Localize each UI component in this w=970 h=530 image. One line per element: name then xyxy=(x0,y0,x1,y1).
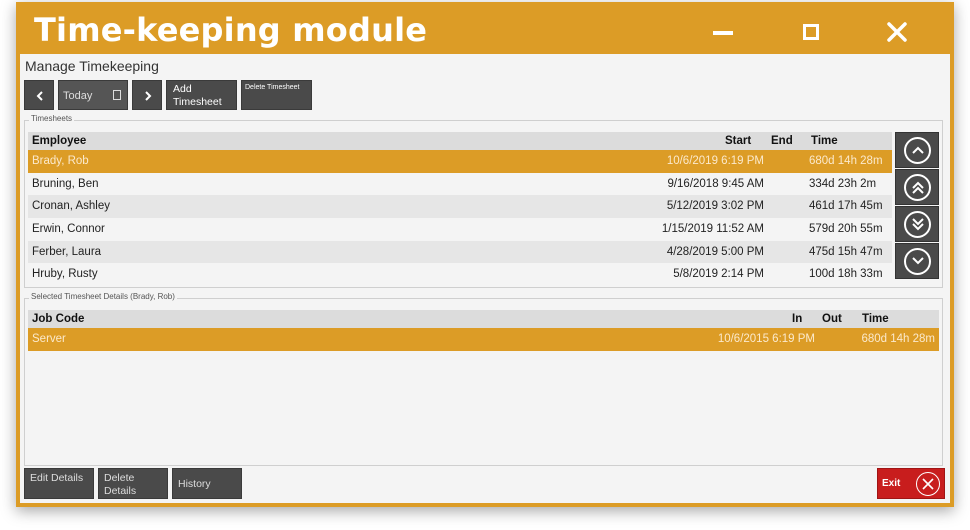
time-cell: 334d 23h 2m xyxy=(809,177,877,190)
calendar-icon xyxy=(113,90,121,100)
start-cell: 10/6/2019 6:19 PM xyxy=(666,155,764,167)
column-header-start[interactable]: Start xyxy=(725,135,751,147)
double-chevron-up-icon xyxy=(912,181,924,194)
chevron-right-icon xyxy=(145,91,152,101)
minimize-button[interactable] xyxy=(706,14,746,50)
add-timesheet-label: Add Timesheet xyxy=(173,83,222,108)
time-cell: 100d 18h 33m xyxy=(809,268,883,281)
timesheets-grid: Employee Start End Time Brady, Rob 10/6/… xyxy=(28,132,892,286)
minimize-icon xyxy=(713,31,733,35)
time-cell: 579d 20h 55m xyxy=(809,223,883,236)
page-down-button[interactable] xyxy=(895,206,939,242)
edit-details-label: Edit Details xyxy=(30,472,84,484)
column-header-time[interactable]: Time xyxy=(811,135,838,147)
in-cell: 10/6/2015 6:19 PM xyxy=(717,333,815,345)
time-cell: 680d 14h 28m xyxy=(861,333,935,345)
previous-day-button[interactable] xyxy=(24,80,54,110)
delete-details-label: Delete Details xyxy=(104,472,137,497)
details-group-label: Selected Timesheet Details (Brady, Rob) xyxy=(29,292,177,301)
table-row[interactable]: Brady, Rob 10/6/2019 6:19 PM 680d 14h 28… xyxy=(28,150,892,173)
timesheets-header: Employee Start End Time xyxy=(28,132,892,150)
exit-label: Exit xyxy=(882,478,901,489)
page-title: Manage Timekeeping xyxy=(25,58,159,74)
table-row[interactable]: Erwin, Connor 1/15/2019 11:52 AM 579d 20… xyxy=(28,218,892,241)
table-row[interactable]: Hruby, Rusty 5/8/2019 2:14 PM 100d 18h 3… xyxy=(28,263,892,286)
chevron-up-icon xyxy=(912,146,924,154)
close-button[interactable] xyxy=(877,14,917,50)
close-icon xyxy=(887,22,907,42)
table-row[interactable]: Ferber, Laura 4/28/2019 5:00 PM 475d 15h… xyxy=(28,240,892,264)
maximize-button[interactable] xyxy=(791,14,831,50)
start-cell: 5/8/2019 2:14 PM xyxy=(673,268,764,281)
start-cell: 5/12/2019 3:02 PM xyxy=(666,200,764,213)
column-header-employee[interactable]: Employee xyxy=(32,135,86,147)
chevron-left-icon xyxy=(36,91,43,101)
column-header-time[interactable]: Time xyxy=(862,313,889,325)
delete-details-button[interactable]: Delete Details xyxy=(98,468,168,499)
close-icon xyxy=(922,478,934,490)
title-bar[interactable]: Time-keeping module xyxy=(16,2,954,54)
scroll-up-button[interactable] xyxy=(895,132,939,168)
start-cell: 1/15/2019 11:52 AM xyxy=(661,223,764,236)
column-header-in[interactable]: In xyxy=(792,313,802,325)
double-chevron-down-icon xyxy=(912,218,924,231)
client-area: Manage Timekeeping Today Add Timesheet D… xyxy=(20,54,950,503)
maximize-icon xyxy=(803,24,819,40)
table-row[interactable]: Cronan, Ashley 5/12/2019 3:02 PM 461d 17… xyxy=(28,195,892,219)
employee-cell: Brady, Rob xyxy=(32,155,89,167)
today-button[interactable]: Today xyxy=(58,80,128,110)
history-label: History xyxy=(178,478,211,490)
chevron-down-icon xyxy=(912,257,924,265)
details-grid: Job Code In Out Time Server 10/6/2015 6:… xyxy=(28,310,939,351)
employee-cell: Erwin, Connor xyxy=(32,223,105,236)
time-cell: 680d 14h 28m xyxy=(809,155,883,167)
job-code-cell: Server xyxy=(32,333,66,345)
delete-timesheet-label: Delete Timesheet xyxy=(245,84,300,91)
add-timesheet-button[interactable]: Add Timesheet xyxy=(166,80,237,110)
column-header-job-code[interactable]: Job Code xyxy=(32,313,84,325)
window-title: Time-keeping module xyxy=(34,11,428,49)
timesheets-group-label: Timesheets xyxy=(29,114,75,123)
employee-cell: Hruby, Rusty xyxy=(32,268,98,281)
start-cell: 4/28/2019 5:00 PM xyxy=(666,245,764,258)
edit-details-button[interactable]: Edit Details xyxy=(24,468,94,499)
employee-cell: Ferber, Laura xyxy=(32,245,102,258)
details-header: Job Code In Out Time xyxy=(28,310,939,328)
page-up-button[interactable] xyxy=(895,169,939,205)
start-cell: 9/16/2018 9:45 AM xyxy=(667,177,764,190)
column-header-end[interactable]: End xyxy=(771,135,793,147)
time-cell: 475d 15h 47m xyxy=(809,245,883,258)
app-window: Time-keeping module Manage Timekeeping T… xyxy=(16,2,954,507)
column-header-out[interactable]: Out xyxy=(822,313,842,325)
today-label: Today xyxy=(63,90,93,102)
time-cell: 461d 17h 45m xyxy=(809,200,883,213)
history-button[interactable]: History xyxy=(172,468,242,499)
employee-cell: Bruning, Ben xyxy=(32,177,99,190)
next-day-button[interactable] xyxy=(132,80,162,110)
employee-cell: Cronan, Ashley xyxy=(32,200,110,213)
table-row[interactable]: Bruning, Ben 9/16/2018 9:45 AM 334d 23h … xyxy=(28,173,892,196)
scroll-down-button[interactable] xyxy=(895,243,939,279)
delete-timesheet-button[interactable]: Delete Timesheet xyxy=(241,80,312,110)
exit-button[interactable]: Exit xyxy=(877,468,945,499)
table-row[interactable]: Server 10/6/2015 6:19 PM 680d 14h 28m xyxy=(28,328,939,351)
